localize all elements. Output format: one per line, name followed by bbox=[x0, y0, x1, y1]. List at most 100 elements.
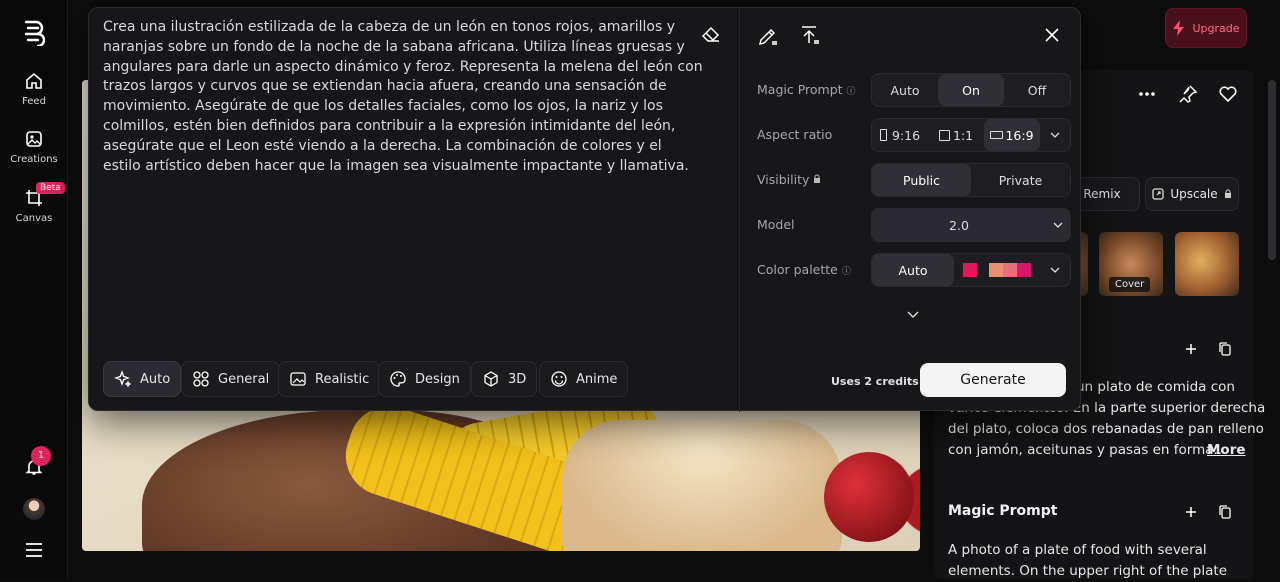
portrait-icon bbox=[879, 129, 887, 141]
lightning-icon bbox=[1173, 20, 1185, 36]
color-swatch bbox=[1003, 263, 1017, 277]
style-label: Auto bbox=[140, 371, 171, 387]
chevron-down-icon bbox=[1053, 222, 1063, 228]
beta-badge: Beta bbox=[36, 182, 65, 194]
model-select[interactable]: 2.0 bbox=[871, 208, 1071, 242]
palette-swatches[interactable] bbox=[954, 254, 1040, 286]
copy-icon bbox=[1219, 342, 1231, 356]
pin-icon[interactable] bbox=[1178, 84, 1198, 104]
grid-icon bbox=[193, 371, 209, 387]
copy-button[interactable] bbox=[1212, 336, 1238, 362]
upscale-icon bbox=[1152, 188, 1164, 200]
edit-icon[interactable] bbox=[757, 26, 779, 48]
copy-button[interactable] bbox=[1212, 499, 1238, 525]
upgrade-button[interactable]: Upgrade bbox=[1165, 8, 1247, 48]
generate-button[interactable]: Generate bbox=[920, 363, 1066, 397]
add-button[interactable] bbox=[1178, 499, 1204, 525]
visibility-toggle: Public Private bbox=[871, 163, 1071, 197]
bread bbox=[562, 420, 842, 551]
thumbnail[interactable] bbox=[1175, 232, 1239, 296]
style-general-button[interactable]: General bbox=[181, 361, 281, 397]
generate-modal: Crea una ilustración estilizada de la ca… bbox=[88, 7, 1081, 412]
style-label: Design bbox=[415, 371, 460, 387]
sparkle-icon bbox=[114, 370, 132, 388]
add-button[interactable] bbox=[1178, 336, 1204, 362]
aspect-16-9[interactable]: 16:9 bbox=[984, 119, 1040, 151]
description-text: un plato de comida con bbox=[1076, 379, 1235, 395]
model-label: Model bbox=[757, 217, 795, 232]
color-palette-select: Auto bbox=[871, 253, 1071, 287]
info-icon[interactable]: ⓘ bbox=[842, 267, 851, 277]
style-anime-button[interactable]: Anime bbox=[539, 361, 629, 397]
menu-icon[interactable] bbox=[24, 542, 44, 558]
magic-prompt-toggle: Auto On Off bbox=[871, 73, 1071, 107]
info-icon[interactable]: ⓘ bbox=[847, 87, 856, 97]
left-nav: Feed Creations Beta Canvas 1 bbox=[0, 0, 68, 579]
visibility-private[interactable]: Private bbox=[971, 164, 1070, 196]
style-label: 3D bbox=[508, 371, 527, 387]
magic-prompt-on[interactable]: On bbox=[938, 74, 1004, 106]
more-link[interactable]: More bbox=[1207, 440, 1246, 461]
style-design-button[interactable]: Design bbox=[378, 361, 471, 397]
color-palette-label-text: Color palette bbox=[757, 262, 838, 277]
aspect-ratio-selector: 9:16 1:1 16:9 bbox=[871, 118, 1071, 152]
home-icon bbox=[26, 72, 42, 89]
app-logo-icon[interactable] bbox=[20, 18, 48, 46]
heart-icon[interactable] bbox=[1218, 84, 1238, 104]
magic-prompt-auto[interactable]: Auto bbox=[872, 74, 938, 106]
magic-prompt-label-text: Magic Prompt bbox=[757, 82, 843, 97]
model-value: 2.0 bbox=[949, 217, 969, 233]
image-icon bbox=[26, 131, 42, 147]
color-swatch bbox=[963, 263, 977, 277]
nav-item-canvas[interactable]: Beta Canvas bbox=[0, 182, 68, 224]
aspect-label: 1:1 bbox=[952, 127, 974, 143]
avatar[interactable] bbox=[23, 498, 45, 520]
remix-label: Remix bbox=[1083, 187, 1121, 201]
style-realistic-button[interactable]: Realistic bbox=[278, 361, 381, 397]
palette-auto[interactable]: Auto bbox=[872, 254, 954, 286]
nav-item-label: Canvas bbox=[15, 213, 53, 224]
model-dropdown bbox=[1046, 209, 1070, 241]
square-icon bbox=[938, 129, 950, 141]
notification-badge: 1 bbox=[31, 446, 51, 466]
magic-prompt-label: Magic Prompt ⓘ bbox=[757, 82, 856, 97]
description-line: del plato, coloca dos rebanadas de pan r… bbox=[948, 421, 1264, 437]
nav-item-feed[interactable]: Feed bbox=[0, 72, 68, 107]
aspect-ratio-label: Aspect ratio bbox=[757, 127, 833, 142]
copy-icon bbox=[1219, 505, 1231, 519]
style-label: General bbox=[218, 371, 270, 387]
expand-chevron-icon[interactable] bbox=[907, 311, 919, 319]
color-swatch bbox=[989, 263, 1003, 277]
eraser-icon[interactable] bbox=[701, 25, 721, 43]
style-3d-button[interactable]: 3D bbox=[471, 361, 538, 397]
upgrade-label: Upgrade bbox=[1192, 21, 1240, 35]
close-icon[interactable] bbox=[1045, 28, 1059, 42]
visibility-label: Visibility bbox=[757, 172, 821, 187]
nav-item-creations[interactable]: Creations bbox=[0, 130, 68, 165]
aspect-dropdown[interactable] bbox=[1040, 119, 1070, 151]
photo-icon bbox=[290, 372, 306, 386]
style-auto-button[interactable]: Auto bbox=[103, 361, 182, 397]
palette-dropdown[interactable] bbox=[1040, 254, 1070, 286]
plus-icon bbox=[1186, 507, 1196, 517]
red-ornament bbox=[824, 452, 914, 542]
more-icon[interactable] bbox=[1136, 84, 1158, 104]
aspect-1-1[interactable]: 1:1 bbox=[928, 119, 984, 151]
prompt-textarea[interactable]: Crea una ilustración estilizada de la ca… bbox=[103, 18, 703, 176]
detail-actions bbox=[1136, 84, 1238, 104]
visibility-label-text: Visibility bbox=[757, 172, 810, 187]
upscale-label: Upscale bbox=[1170, 187, 1218, 201]
visibility-public[interactable]: Public bbox=[872, 164, 971, 196]
credits-text: Uses 2 credits bbox=[831, 375, 919, 388]
scrollbar[interactable] bbox=[1268, 80, 1276, 260]
divider bbox=[739, 8, 740, 412]
aspect-9-16[interactable]: 9:16 bbox=[872, 119, 928, 151]
color-palette-label: Color palette ⓘ bbox=[757, 262, 851, 277]
lock-icon bbox=[1224, 189, 1231, 198]
upload-icon[interactable] bbox=[799, 25, 821, 47]
style-label: Realistic bbox=[315, 371, 370, 387]
upscale-button[interactable]: Upscale bbox=[1145, 177, 1239, 211]
magic-prompt-off[interactable]: Off bbox=[1004, 74, 1070, 106]
aspect-label: 16:9 bbox=[1005, 127, 1034, 143]
landscape-icon bbox=[990, 131, 1004, 139]
